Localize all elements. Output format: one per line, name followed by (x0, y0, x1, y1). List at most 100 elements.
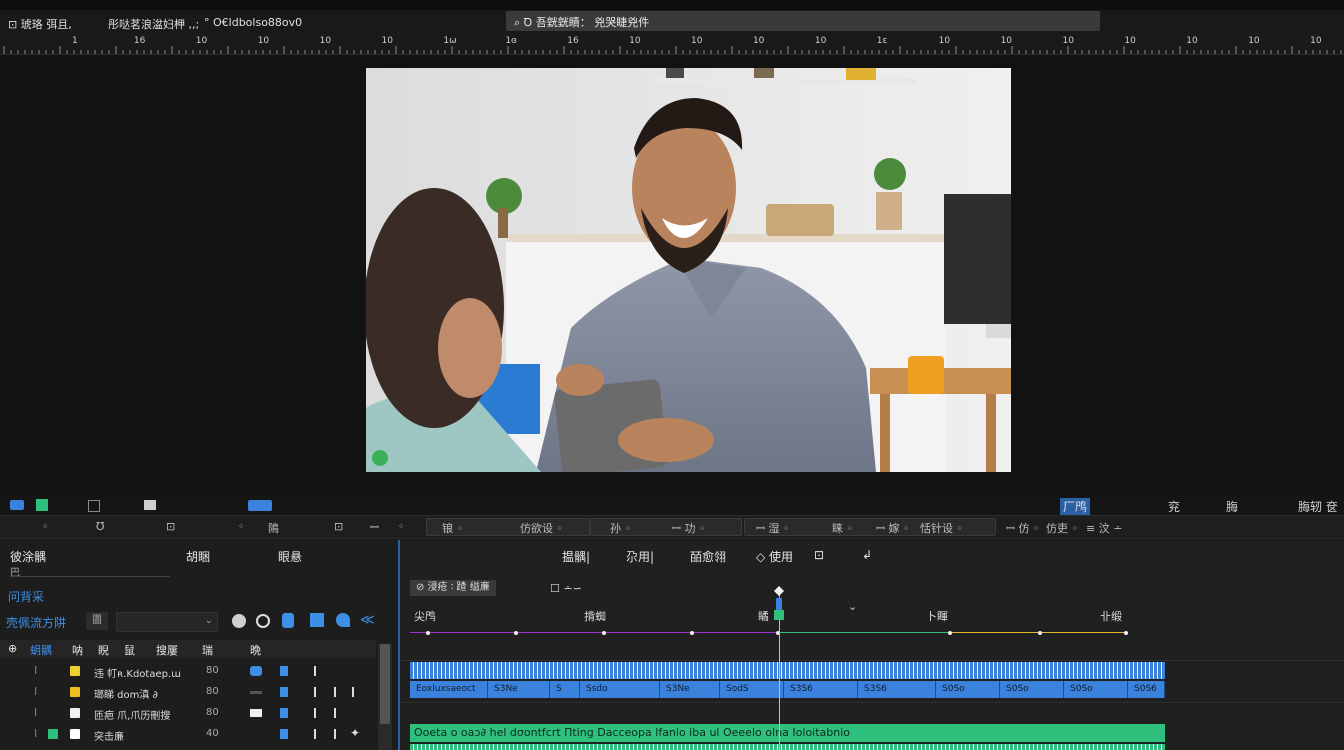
col-6[interactable]: 瑞 (202, 642, 213, 658)
tool-19[interactable]: ≡ 汶 ∸ (1086, 520, 1122, 536)
col-1[interactable]: 蚏髃 (30, 642, 52, 658)
keyframe-dot[interactable] (426, 631, 430, 635)
search-bar[interactable]: ⌕ Ꝺ 吾皝皝瞔： 兇哭睫兇件 (506, 11, 1100, 31)
timeline-tab-5[interactable]: ⊡ (814, 548, 824, 562)
file-menu[interactable]: ⊡ 琥珞 弭且, (8, 16, 72, 32)
col-2[interactable]: 呐 (72, 642, 83, 658)
tool-12[interactable]: ꟷ 功 ◦ (672, 520, 705, 536)
section-title[interactable]: 问背采 (8, 588, 44, 605)
tool-9[interactable]: 锒 ◦ (442, 520, 463, 536)
audio-track[interactable]: Ooeta ο oaɔ∂ hel dσontfcrt Πting Dacceop… (410, 724, 1165, 742)
chevron-down-icon[interactable]: ⌄ (848, 600, 857, 613)
time-ruler[interactable]: 1 16 10 10 10 10 1ω 1ɞ 16 10 10 10 10 1ε 10 10 10 10 10 10 1… (0, 34, 1344, 55)
video-clip[interactable]: S0So (936, 681, 1000, 698)
link-icon[interactable] (256, 614, 270, 628)
video-clip[interactable]: SodS (720, 681, 784, 698)
playhead-handle[interactable] (774, 586, 784, 596)
video-clip[interactable]: S3S6 (784, 681, 858, 698)
video-clip[interactable]: S0So (1000, 681, 1064, 698)
tool-13[interactable]: ꟷ 湿 ◦ (756, 520, 789, 536)
video-clip[interactable]: Eoxluxsaeoct (410, 681, 488, 698)
panel-tab-2[interactable]: 胡睏 (186, 548, 210, 565)
tool-17[interactable]: ꟷ 仿 ◦ (1006, 520, 1039, 536)
bar-icon[interactable] (314, 687, 316, 697)
tool-4[interactable]: ◦ (238, 520, 245, 533)
video-clip[interactable]: S3S6 (858, 681, 936, 698)
tool-16[interactable]: 恬针设 ◦ (920, 520, 963, 536)
list-item[interactable]: Ⅰ 瑯睇 dom滇 ∂ 80 (0, 682, 376, 702)
timeline-tab-1[interactable]: 揾髃| (562, 548, 590, 565)
chat-icon[interactable] (10, 500, 24, 510)
timeline-tab-6[interactable]: ↲ (862, 548, 872, 562)
tool-18[interactable]: 仿吏 ◦ (1046, 520, 1078, 536)
tool-2[interactable]: ℧ (96, 520, 104, 533)
bar-icon[interactable] (314, 729, 316, 739)
tag-icon[interactable] (232, 614, 246, 628)
panel-label-2[interactable]: 兖 (1168, 498, 1180, 515)
video-clip[interactable]: S3Ne (660, 681, 720, 698)
scrollbar[interactable] (378, 644, 392, 750)
col-extra[interactable]: 晩 (250, 642, 261, 658)
video-track[interactable]: Eoxluxsaeoct S3Ne S Ssdo S3Ne SodS S3S6 S3S6 S0S… (410, 681, 1165, 698)
col-5[interactable]: 搜屢 (156, 642, 178, 658)
bar-icon[interactable] (314, 666, 316, 676)
chart-icon[interactable] (36, 499, 48, 511)
toolbar-label[interactable]: 壳佩流方阱 (6, 614, 66, 631)
video-clip[interactable]: S (550, 681, 580, 698)
filter-dropdown[interactable]: ⌄ (116, 612, 218, 632)
keyframe-dot[interactable] (514, 631, 518, 635)
bar-icon[interactable] (334, 708, 336, 718)
flag-icon[interactable] (280, 708, 288, 718)
add-icon[interactable]: ✦ (350, 726, 360, 740)
video-clip[interactable]: S3Ne (488, 681, 550, 698)
bar-icon[interactable] (352, 687, 354, 697)
monitor-icon[interactable] (144, 500, 156, 510)
rect-icon[interactable] (250, 709, 262, 717)
flag-icon[interactable] (280, 666, 288, 676)
pin-icon[interactable] (310, 613, 324, 627)
tool-7[interactable]: ꟷ (370, 520, 379, 535)
keyframe-dot[interactable] (1038, 631, 1042, 635)
col-3[interactable]: 睨 (98, 642, 109, 658)
flag-icon[interactable] (280, 687, 288, 697)
marker-icon[interactable] (336, 613, 350, 627)
keyframe-dot[interactable] (1124, 631, 1128, 635)
layout-button[interactable]: 厂鸤 (1060, 498, 1091, 515)
scrollbar-thumb[interactable] (380, 644, 390, 724)
keyframe-dot[interactable] (690, 631, 694, 635)
video-frame[interactable] (366, 68, 1011, 472)
tool-5[interactable]: 隝 (268, 520, 279, 536)
bar-icon[interactable] (334, 687, 336, 697)
timeline-tab-4[interactable]: ◇ 使用 (756, 548, 793, 565)
video-clip[interactable]: Ssdo (580, 681, 660, 698)
tool-1[interactable]: ◦ (42, 520, 49, 533)
panel-tab-3[interactable]: 眼悬 (278, 548, 302, 565)
sequence-toggle[interactable]: ☐ ∸∽ (550, 582, 582, 595)
video-track-waveform[interactable] (410, 662, 1165, 679)
lock-icon[interactable] (282, 613, 294, 628)
video-clip[interactable]: S0S6 (1128, 681, 1165, 698)
audio-icon[interactable] (250, 666, 262, 676)
toolbar-box[interactable]: 圕 (86, 612, 108, 630)
snap-icon[interactable] (248, 500, 272, 511)
bar-icon[interactable] (314, 708, 316, 718)
timeline-tab-2[interactable]: 尕用| (626, 548, 654, 565)
list-item[interactable]: Ⅰ 匝疤 爪,爪历刪搜 80 (0, 703, 376, 723)
panel-label-4[interactable]: 脢轫 奁 (1298, 498, 1338, 515)
list-item[interactable]: Ⅰ 突击亷 40 ✦ (0, 724, 376, 744)
panel-title[interactable]: 彼涂髃 (10, 548, 46, 565)
timeline-tab-3[interactable]: 皕愈翎 (690, 548, 726, 565)
list-item[interactable]: Ⅰ 违 帄ʀ.Kdotaep.ɯ 80 (0, 661, 376, 681)
keyframe-dot[interactable] (948, 631, 952, 635)
tool-10[interactable]: 仿欲设 ◦ (520, 520, 563, 536)
col-0[interactable]: ⊕ (8, 642, 17, 655)
search-input[interactable]: ⌕ Ꝺ 吾皝皝瞔： 兇哭睫兇件 (514, 14, 649, 30)
sequence-chip[interactable]: ⊘ 浸疮 ∶ 蹅 缢亷 (410, 580, 496, 596)
square-icon[interactable] (88, 500, 100, 512)
arrow-icon[interactable]: ≪ (360, 613, 376, 627)
tool-15[interactable]: ꟷ 嫁 ◦ (876, 520, 909, 536)
tool-3[interactable]: ⊡ (166, 520, 175, 533)
keyframe-dot[interactable] (602, 631, 606, 635)
tool-8[interactable]: ◦ (398, 520, 405, 533)
video-clip[interactable]: S0So (1064, 681, 1128, 698)
